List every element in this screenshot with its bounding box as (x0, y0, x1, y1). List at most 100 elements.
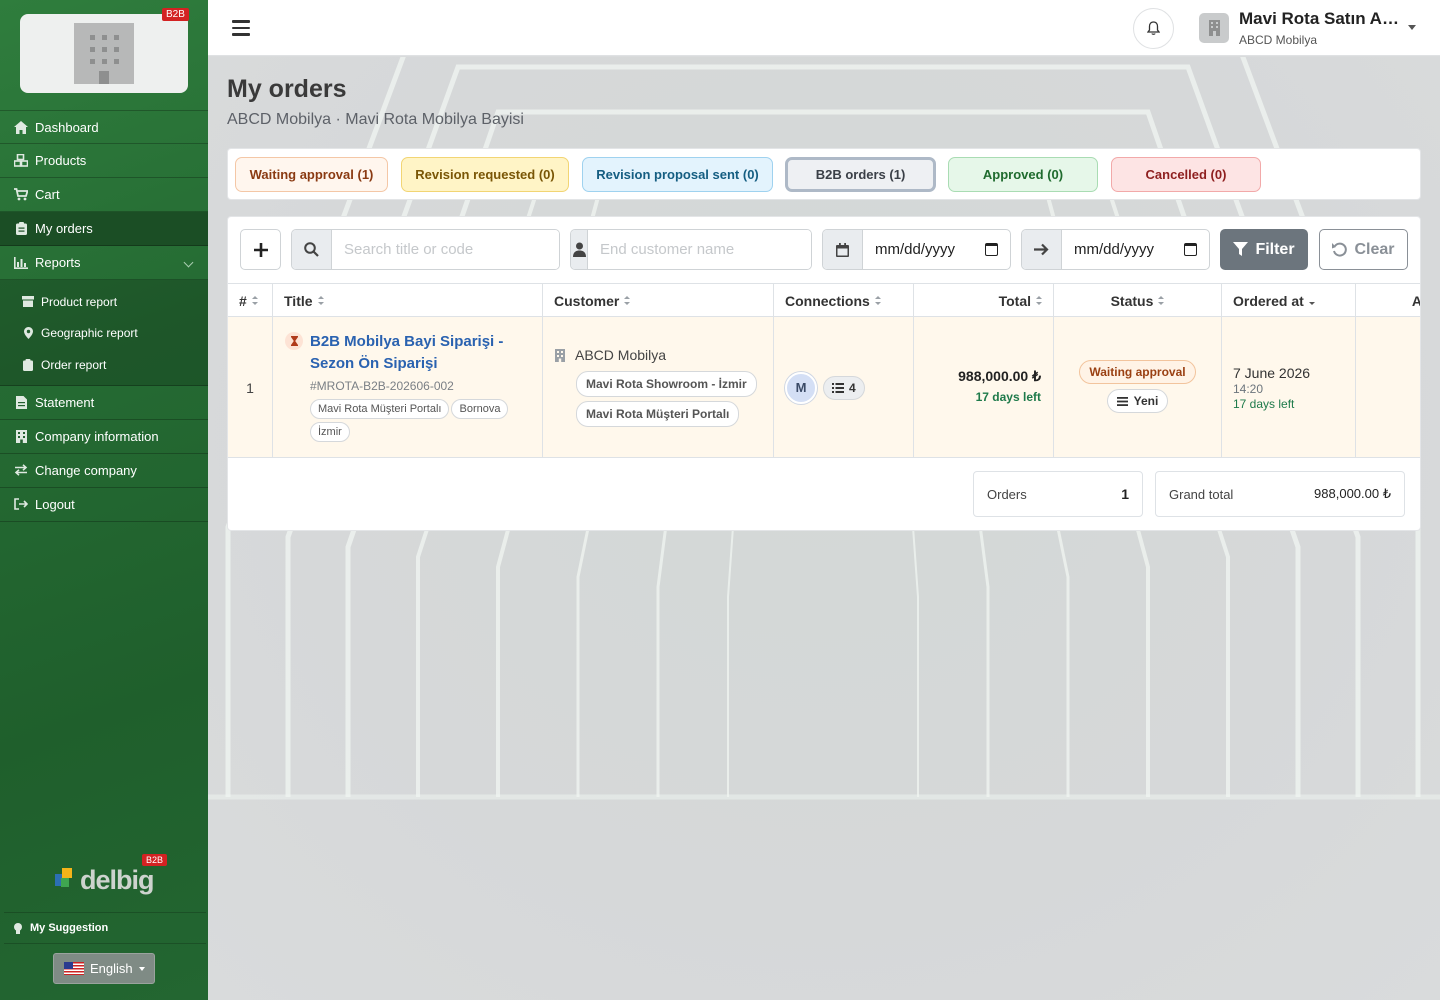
customer-tag: Mavi Rota Müşteri Portalı (576, 401, 740, 427)
tab-revision-requested[interactable]: Revision requested (0) (401, 157, 569, 192)
table-row[interactable]: 1 B2B Mobilya Bayi Siparişi - Sezon Ön S… (228, 317, 1420, 458)
column-header-title[interactable]: Title (273, 284, 543, 317)
sort-icon (624, 296, 631, 305)
us-flag-icon (64, 962, 84, 975)
connections-cell: M 4 (774, 317, 914, 458)
user-icon (571, 230, 588, 269)
page-subtitle: ABCD Mobilya · Mavi Rota Mobilya Bayisi (227, 111, 524, 128)
box-icon (22, 296, 34, 308)
customer-tag: Mavi Rota Showroom - İzmir (576, 371, 757, 397)
date-from-value: mm/dd/yyyy (875, 241, 956, 258)
clear-button[interactable]: Clear (1319, 229, 1408, 270)
tab-waiting-approval[interactable]: Waiting approval (1) (235, 157, 388, 192)
connection-avatar[interactable]: M (785, 371, 817, 404)
sidebar-item-statement[interactable]: Statement (0, 386, 208, 420)
connection-count: 4 (849, 380, 856, 395)
sidebar-item-label: Statement (35, 394, 95, 410)
sidebar-item-geographic-report[interactable]: Geographic report (0, 318, 208, 350)
orders-card: mm/dd/yyyy mm/dd/yyyy Filter Clear # Tit… (227, 216, 1421, 531)
delbig-brand-text: delbig (80, 865, 154, 895)
lightbulb-icon (14, 922, 22, 934)
sidebar-item-products[interactable]: Products (0, 144, 208, 178)
column-header-customer[interactable]: Customer (543, 284, 774, 317)
date-to-input[interactable]: mm/dd/yyyy (1062, 230, 1209, 269)
filter-icon (1233, 242, 1249, 256)
user-menu-caret-icon[interactable] (1408, 25, 1416, 30)
column-header-label: Status (1110, 292, 1154, 309)
sidebar-item-label: Products (35, 153, 87, 168)
user-name[interactable]: Mavi Rota Satın Alma (1239, 9, 1399, 29)
calendar-picker-icon[interactable] (1184, 243, 1197, 256)
tab-approved[interactable]: Approved (0) (948, 157, 1098, 192)
column-header-ordered-at[interactable]: Ordered at (1222, 284, 1356, 317)
notifications-button[interactable] (1133, 8, 1174, 49)
column-header-actions[interactable]: A (1356, 284, 1420, 317)
reports-submenu: Product report Geographic report Order r… (0, 280, 208, 386)
user-avatar[interactable] (1199, 13, 1229, 43)
sidebar-item-product-report[interactable]: Product report (0, 286, 208, 318)
total-cell: 988,000.00 ₺ 17 days left (914, 317, 1054, 458)
sort-icon (251, 296, 258, 305)
b2b-badge: B2B (162, 8, 189, 21)
orders-summary: Orders 1 (973, 471, 1143, 517)
sidebar-item-reports[interactable]: Reports (0, 246, 208, 280)
order-tag: İzmir (310, 422, 350, 442)
date-from-input[interactable]: mm/dd/yyyy (863, 230, 1010, 269)
cart-icon (14, 188, 28, 202)
order-tag: Mavi Rota Müşteri Portalı (310, 399, 450, 419)
calendar-icon (823, 230, 863, 269)
bell-icon (1147, 21, 1160, 35)
calendar-picker-icon[interactable] (985, 243, 998, 256)
home-icon (14, 120, 28, 134)
column-header-total[interactable]: Total (914, 284, 1054, 317)
sidebar-item-cart[interactable]: Cart (0, 178, 208, 212)
connection-count-badge[interactable]: 4 (823, 375, 865, 400)
sidebar-item-order-report[interactable]: Order report (0, 349, 208, 381)
building-icon (74, 23, 134, 84)
column-header-connections[interactable]: Connections (774, 284, 914, 317)
sidebar-item-label: Product report (41, 294, 118, 309)
column-header-index[interactable]: # (228, 284, 273, 317)
date-from-group: mm/dd/yyyy (822, 229, 1011, 270)
chevron-down-icon (183, 257, 194, 268)
language-selector[interactable]: English (53, 953, 155, 984)
company-logo[interactable] (20, 14, 188, 93)
sort-icon (1158, 296, 1165, 305)
sidebar-item-dashboard[interactable]: Dashboard (0, 110, 208, 144)
ordered-at-cell: 7 June 2026 14:20 17 days left (1222, 317, 1356, 458)
sidebar-item-label: Cart (35, 187, 60, 202)
hourglass-icon (285, 332, 303, 350)
status-sub-label: Yeni (1133, 394, 1159, 408)
column-header-label: Total (998, 292, 1031, 309)
delbig-logo: delbig (55, 862, 165, 898)
filter-button[interactable]: Filter (1220, 229, 1308, 270)
chart-icon (14, 256, 28, 270)
end-customer-input[interactable] (588, 230, 811, 269)
undo-icon (1332, 242, 1348, 257)
sidebar-item-company-information[interactable]: Company information (0, 420, 208, 454)
column-header-label: Customer (554, 292, 620, 309)
status-tabs: Waiting approval (1) Revision requested … (227, 148, 1421, 200)
delbig-b2b-badge: B2B (142, 854, 168, 866)
tab-revision-proposal-sent[interactable]: Revision proposal sent (0) (582, 157, 773, 192)
sidebar-item-label: Logout (35, 496, 75, 512)
hamburger-menu-icon[interactable] (232, 20, 250, 36)
orders-summary-value: 1 (1121, 486, 1129, 502)
grand-total-value: 988,000.00 ₺ (1314, 486, 1391, 501)
sidebar-item-change-company[interactable]: Change company (0, 454, 208, 488)
sidebar-item-logout[interactable]: Logout (0, 488, 208, 522)
cubes-icon (14, 154, 28, 168)
sidebar-item-my-orders[interactable]: My orders (0, 212, 208, 246)
column-header-label: # (239, 292, 247, 309)
my-suggestion-link[interactable]: My Suggestion (4, 912, 206, 944)
orders-summary-label: Orders (987, 486, 1027, 502)
order-title-link[interactable]: B2B Mobilya Bayi Siparişi - Sezon Ön Sip… (310, 331, 520, 375)
list-icon (832, 382, 844, 393)
tab-b2b-orders[interactable]: B2B orders (1) (785, 157, 936, 192)
building-icon (14, 429, 28, 443)
add-order-button[interactable] (240, 229, 281, 270)
column-header-status[interactable]: Status (1054, 284, 1222, 317)
search-input[interactable] (332, 230, 559, 269)
order-date-deadline: 17 days left (1233, 397, 1295, 411)
tab-cancelled[interactable]: Cancelled (0) (1111, 157, 1261, 192)
